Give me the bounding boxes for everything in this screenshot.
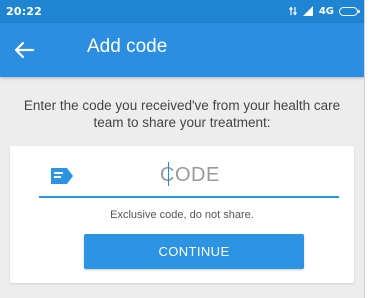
code-card: Exclusive code, do not share. CONTINUE [10, 146, 354, 283]
app-screen: 20:22 4G Add code Enter the code you rec… [0, 0, 365, 298]
page-title: Add code [87, 36, 168, 57]
data-arrows-icon [288, 6, 297, 16]
status-time: 20:22 [6, 5, 43, 18]
network-type: 4G [318, 5, 334, 17]
code-input[interactable] [160, 162, 340, 188]
status-bar: 20:22 4G [0, 0, 364, 23]
text-cursor [168, 162, 169, 186]
hint-text: Exclusive code, do not share. [110, 209, 254, 221]
battery-icon [339, 6, 360, 16]
message-icon [51, 168, 73, 184]
code-input-underline [39, 196, 339, 198]
app-bar: Add code [0, 23, 364, 77]
arrow-left-icon[interactable] [13, 39, 35, 61]
continue-button[interactable]: CONTINUE [84, 234, 304, 269]
status-icons: 4G [288, 5, 360, 17]
instructions-text: Enter the code you received've from your… [23, 98, 341, 130]
signal-icon [302, 6, 313, 16]
